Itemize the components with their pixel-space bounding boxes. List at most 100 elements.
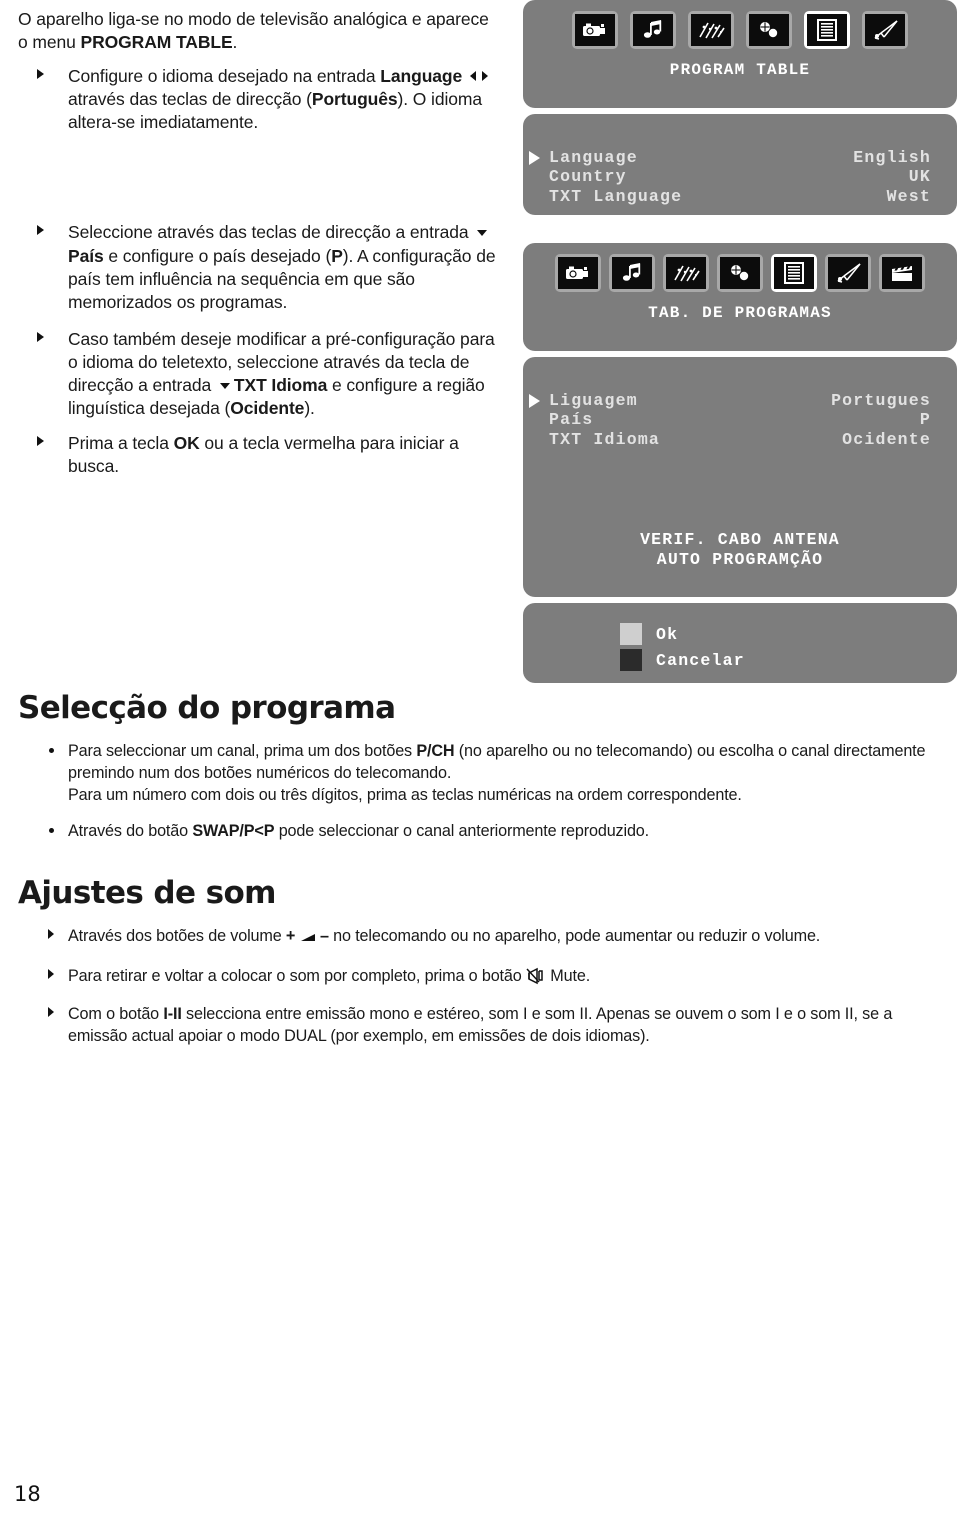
menu-icon-tile-settings[interactable]: [746, 11, 792, 49]
bullet-text-1: Seleccione através das teclas de direcçã…: [68, 222, 474, 243]
features-sparkles-icon: [691, 14, 731, 46]
osd-row-value: West: [886, 186, 931, 206]
osd-row-txt-language[interactable]: TXT Language West: [549, 187, 931, 206]
menu-icon-tile-features[interactable]: [688, 11, 734, 49]
intro-bold-menu-name: PROGRAM TABLE: [80, 32, 233, 53]
menu-icon-tile-sound[interactable]: [609, 254, 655, 292]
osd-row-label: Liguagem: [549, 391, 638, 410]
bullet-dot-icon: [49, 828, 54, 834]
menu-icon-tile-features[interactable]: [663, 254, 709, 292]
osd-row-pais[interactable]: País P: [549, 410, 931, 429]
osd-message-block: VERIF. CABO ANTENA AUTO PROGRAMÇÃO: [523, 449, 957, 570]
bullet-bold-1: País: [68, 245, 104, 266]
bullet-bold-1: OK: [173, 433, 200, 454]
bullet-bold-1: Language: [380, 66, 463, 87]
osd-message-line-2: AUTO PROGRAMÇÃO: [656, 549, 824, 569]
bullet-item-txt-idioma: Caso também deseje modificar a pré-confi…: [18, 328, 498, 420]
osd-row-label: Language: [549, 148, 638, 167]
bullet-item-language: Configure o idioma desejado na entrada L…: [18, 65, 498, 134]
intro-paragraph: O aparelho liga-se no modo de televisão …: [18, 8, 498, 54]
osd-panel-english-header: PROGRAM TABLE: [523, 0, 957, 108]
menu-icon-tile-picture[interactable]: [572, 11, 618, 49]
arrow-right-icon: [482, 71, 489, 82]
list-item: Para retirar e voltar a colocar o som po…: [18, 965, 946, 991]
list-item: Com o botão I-II selecciona entre emissã…: [18, 1003, 946, 1047]
osd-row-value: Ocidente: [842, 429, 931, 449]
osd-row-language[interactable]: Language English: [529, 148, 931, 167]
osd-row-country[interactable]: Country UK: [549, 167, 931, 186]
bullet-item-ok-search: Prima a tecla OK ou a tecla vermelha par…: [18, 432, 498, 478]
instruction-bullet-list: Configure o idioma desejado na entrada L…: [18, 65, 498, 478]
bullet-dot-icon: [49, 748, 54, 753]
left-text-column: O aparelho liga-se no modo de televisão …: [18, 0, 498, 478]
osd-row-label: TXT Language: [549, 186, 683, 206]
item-bold-1: P/CH: [416, 742, 455, 760]
item-text-1: Para retirar e voltar a colocar o som po…: [68, 967, 526, 986]
osd-rows-english: Language English Country UK TXT Language…: [523, 114, 957, 236]
clapperboard-icon: [882, 257, 922, 289]
osd-title-tab-programas: TAB. DE PROGRAMAS: [648, 304, 832, 322]
bullet-bold-1: TXT Idioma: [233, 375, 328, 396]
osd-cursor-icon: [529, 151, 540, 165]
osd-row-value: English: [853, 148, 931, 167]
menu-icon-tile-clapperboard[interactable]: [879, 254, 925, 292]
menu-icon-tile-install[interactable]: [862, 11, 908, 49]
osd-cursor-icon: [529, 394, 540, 408]
item-text-3: Para um número com dois ou três dígitos,…: [68, 786, 742, 805]
settings-circles-icon: [749, 14, 789, 46]
bullet-bold-2: P: [331, 245, 343, 266]
osd-panel-english-rows: Language English Country UK TXT Language…: [523, 114, 957, 215]
program-table-list-icon: [807, 14, 847, 46]
som-bullet-list: Através dos botões de volume + – no tele…: [18, 925, 946, 1047]
list-item: Através do botão SWAP/P<P pode seleccion…: [18, 820, 946, 842]
settings-circles-icon: [720, 257, 760, 289]
osd-row-value: UK: [908, 167, 931, 187]
osd-row-value: Portugues: [831, 391, 931, 410]
page-number: 18: [14, 1482, 41, 1506]
osd-message-line-1: VERIF. CABO ANTENA: [640, 529, 840, 549]
bullet-text-2: e configure o país desejado (: [103, 245, 332, 266]
install-rocket-icon: [828, 257, 868, 289]
bullet-triangle-icon: [37, 436, 44, 447]
osd-button-ok[interactable]: Ok: [523, 623, 957, 645]
sound-music-note-icon: [633, 14, 673, 46]
list-item: Para seleccionar um canal, prima um dos …: [18, 740, 946, 806]
item-text-1: Com o botão: [68, 1005, 164, 1024]
bullet-triangle-icon: [48, 1007, 54, 1018]
item-text-2: pode seleccionar o canal anteriormente r…: [274, 822, 649, 841]
osd-row-value: P: [919, 410, 931, 430]
bullet-bold-2: Ocidente: [230, 398, 305, 419]
menu-icon-tile-settings[interactable]: [717, 254, 763, 292]
bullet-triangle-icon: [37, 69, 44, 80]
item-text-2: no telecomando ou no aparelho, pode aume…: [328, 927, 821, 945]
menu-icon-tile-install[interactable]: [825, 254, 871, 292]
osd-row-txt-idioma[interactable]: TXT Idioma Ocidente: [549, 430, 931, 449]
bullet-triangle-icon: [37, 225, 44, 236]
bullet-bold-2: Português: [311, 89, 398, 110]
menu-icon-tile-program-table[interactable]: [771, 254, 817, 292]
bullet-item-country: Seleccione através das teclas de direcçã…: [18, 221, 498, 313]
bullet-triangle-icon: [37, 331, 44, 342]
menu-icon-tile-picture[interactable]: [555, 254, 601, 292]
volume-wedge-icon: [300, 927, 316, 949]
arrow-left-icon: [470, 71, 477, 82]
osd-button-label: Ok: [656, 624, 679, 644]
intro-text-2: .: [232, 32, 238, 53]
bullet-text-3: ).: [304, 398, 315, 419]
ok-color-swatch-icon: [620, 623, 642, 645]
list-item: Através dos botões de volume + – no tele…: [18, 925, 946, 949]
item-text-1: Para seleccionar um canal, prima um dos …: [68, 742, 417, 760]
osd-button-cancelar[interactable]: Cancelar: [523, 649, 957, 671]
menu-icon-tile-program-table[interactable]: [804, 11, 850, 49]
picture-camera-icon: [558, 257, 598, 289]
section-heading-som: Ajustes de som: [18, 875, 276, 911]
osd-button-label: Cancelar: [656, 650, 745, 670]
bullet-text-2: através das teclas de direcção (: [68, 89, 312, 110]
osd-row-label: Country: [549, 167, 627, 187]
picture-camera-icon: [575, 14, 615, 46]
bullet-triangle-icon: [48, 929, 54, 939]
section-ajustes-de-som: Ajustes de som Através dos botões de vol…: [18, 875, 946, 1057]
programa-bullet-list: Para seleccionar um canal, prima um dos …: [18, 740, 946, 842]
menu-icon-tile-sound[interactable]: [630, 11, 676, 49]
osd-row-liguagem[interactable]: Liguagem Portugues: [529, 391, 931, 410]
